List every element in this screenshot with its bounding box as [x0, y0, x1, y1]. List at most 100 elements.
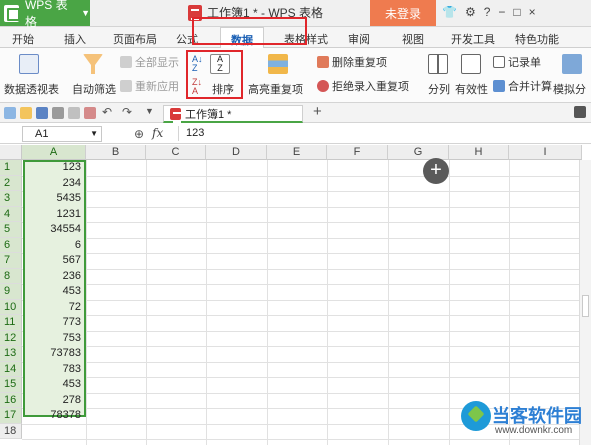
- chevron-down-icon[interactable]: ▼: [90, 127, 98, 141]
- row-gridline: [22, 299, 582, 301]
- add-float-button[interactable]: +: [423, 158, 449, 184]
- row-header[interactable]: 7: [0, 253, 22, 269]
- column-header-f[interactable]: F: [327, 145, 388, 160]
- new-tab-icon[interactable]: +: [313, 103, 322, 120]
- cell-a2[interactable]: 234: [24, 176, 84, 192]
- close-icon[interactable]: ×: [529, 5, 536, 19]
- column-header-a[interactable]: A: [22, 145, 86, 160]
- row-header[interactable]: 17: [0, 408, 22, 424]
- print-preview-icon[interactable]: [68, 107, 80, 119]
- redo-icon[interactable]: ↷: [122, 105, 132, 119]
- highlight-duplicates-icon: [268, 54, 288, 74]
- row-header[interactable]: 18: [0, 423, 22, 439]
- row-header[interactable]: 14: [0, 361, 22, 377]
- row-header[interactable]: 9: [0, 284, 22, 300]
- row-gridline: [22, 330, 582, 332]
- column-gridline: [449, 160, 450, 445]
- new-file-icon[interactable]: [4, 107, 16, 119]
- help-icon[interactable]: ?: [484, 5, 491, 19]
- row-header[interactable]: 8: [0, 268, 22, 284]
- cell-a16[interactable]: 278: [24, 393, 84, 409]
- cell-a6[interactable]: 6: [24, 238, 84, 254]
- print-icon[interactable]: [52, 107, 64, 119]
- show-all-label: 全部显示: [135, 57, 179, 69]
- cell-a17[interactable]: 78378: [24, 408, 84, 424]
- export-pdf-icon[interactable]: [84, 107, 96, 119]
- show-all-button[interactable]: 全部显示: [120, 54, 179, 70]
- tab-insert[interactable]: 插入: [64, 31, 86, 47]
- login-button[interactable]: 未登录: [370, 0, 436, 26]
- select-all-corner[interactable]: [0, 145, 22, 160]
- cell-a15[interactable]: 453: [24, 377, 84, 393]
- row-header[interactable]: 5: [0, 222, 22, 238]
- name-box[interactable]: A1 ▼: [22, 126, 102, 142]
- cell-a3[interactable]: 5435: [24, 191, 84, 207]
- column-header-i[interactable]: I: [509, 145, 582, 160]
- row-header[interactable]: 2: [0, 175, 22, 191]
- open-icon[interactable]: [20, 107, 32, 119]
- row-header[interactable]: 6: [0, 237, 22, 253]
- reject-duplicates-button[interactable]: 拒绝录入重复项: [317, 78, 409, 94]
- shirt-icon[interactable]: 👕: [442, 5, 457, 19]
- tab-special[interactable]: 特色功能: [515, 31, 559, 47]
- consolidate-button[interactable]: 合并计算: [493, 78, 552, 94]
- column-header-c[interactable]: C: [146, 145, 206, 160]
- filter-icon: [83, 54, 103, 74]
- cell-a11[interactable]: 773: [24, 315, 84, 331]
- reapply-button[interactable]: 重新应用: [120, 78, 179, 94]
- row-header[interactable]: 15: [0, 377, 22, 393]
- column-gridline: [206, 160, 207, 445]
- row-gridline: [22, 206, 582, 208]
- settings-icon[interactable]: ⚙: [465, 5, 476, 19]
- tab-view[interactable]: 视图: [402, 31, 424, 47]
- row-header[interactable]: 11: [0, 315, 22, 331]
- workbook-tab[interactable]: 工作簿1 *: [163, 105, 303, 123]
- cell-a4[interactable]: 1231: [24, 207, 84, 223]
- row-gridline: [22, 222, 582, 223]
- row-gridline: [22, 377, 582, 378]
- column-header-e[interactable]: E: [267, 145, 327, 160]
- tab-review[interactable]: 审阅: [348, 31, 370, 47]
- remove-duplicates-button[interactable]: 删除重复项: [317, 54, 387, 70]
- tab-home[interactable]: 开始: [12, 31, 34, 47]
- cell-a1[interactable]: 123: [24, 160, 84, 176]
- cell-a13[interactable]: 73783: [24, 346, 84, 362]
- column-header-h[interactable]: H: [449, 145, 509, 160]
- minimize-icon[interactable]: −: [498, 5, 505, 19]
- function-icon[interactable]: fx: [152, 126, 163, 140]
- formula-input[interactable]: 123: [186, 127, 204, 139]
- undo-icon[interactable]: ↶: [102, 105, 112, 119]
- column-header-b[interactable]: B: [86, 145, 146, 160]
- save-icon[interactable]: [36, 107, 48, 119]
- cell-a10[interactable]: 72: [24, 300, 84, 316]
- record-form-button[interactable]: 记录单: [493, 54, 541, 70]
- cell-a7[interactable]: 567: [24, 253, 84, 269]
- row-gridline: [22, 253, 582, 254]
- row-header[interactable]: 12: [0, 330, 22, 346]
- row-header[interactable]: 10: [0, 299, 22, 315]
- show-all-icon: [120, 56, 132, 68]
- row-header[interactable]: 1: [0, 160, 22, 176]
- cell-a5[interactable]: 34554: [24, 222, 84, 238]
- maximize-icon[interactable]: □: [513, 5, 520, 19]
- formula-divider: [178, 126, 179, 141]
- cell-a9[interactable]: 453: [24, 284, 84, 300]
- app-menu-button[interactable]: WPS 表格 ▼: [0, 0, 90, 29]
- split-column-label: 分列: [428, 84, 450, 96]
- column-header-d[interactable]: D: [206, 145, 267, 160]
- cell-a12[interactable]: 753: [24, 331, 84, 347]
- cell-a14[interactable]: 783: [24, 362, 84, 378]
- row-header[interactable]: 3: [0, 191, 22, 207]
- tab-developer[interactable]: 开发工具: [451, 31, 495, 47]
- toolbar-more-icon[interactable]: ▼: [145, 106, 154, 116]
- cell-a8[interactable]: 236: [24, 269, 84, 285]
- wps-logo-icon: [4, 4, 20, 22]
- row-header[interactable]: 16: [0, 392, 22, 408]
- zoom-icon[interactable]: ⊕: [134, 127, 144, 141]
- row-header[interactable]: 13: [0, 346, 22, 362]
- scrollbar-thumb[interactable]: [582, 295, 589, 317]
- record-form-label: 记录单: [508, 57, 541, 69]
- tab-page-layout[interactable]: 页面布局: [113, 31, 157, 47]
- panel-toggle-icon[interactable]: [574, 106, 586, 118]
- row-header[interactable]: 4: [0, 206, 22, 222]
